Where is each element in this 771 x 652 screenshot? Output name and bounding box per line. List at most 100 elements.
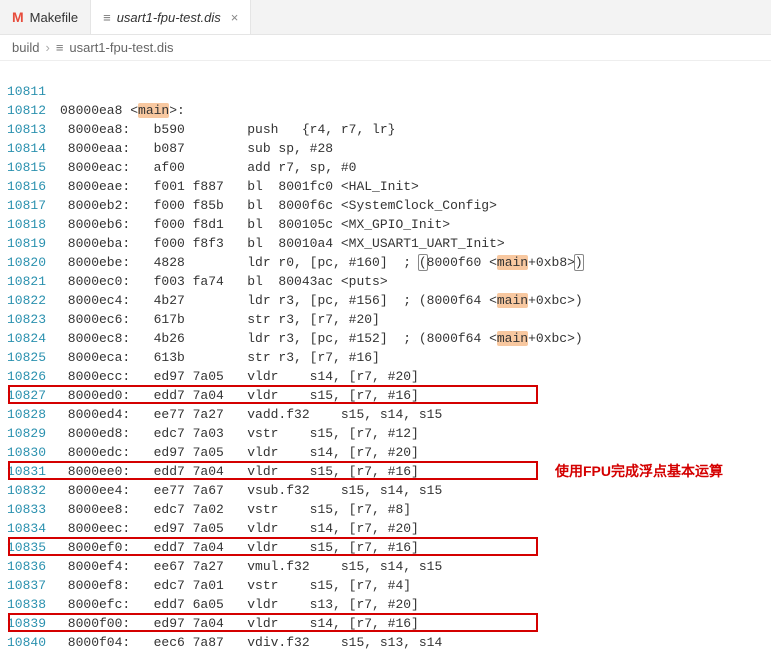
line-content: 8000ef0: edd7 7a04 vldr s15, [r7, #16] xyxy=(60,538,771,557)
line-number: 10833 xyxy=(0,500,60,519)
line-content: 8000ecc: ed97 7a05 vldr s14, [r7, #20] xyxy=(60,367,771,386)
line-number: 10827 xyxy=(0,386,60,405)
line-number: 10839 xyxy=(0,614,60,633)
code-line[interactable]: 10832 8000ee4: ee77 7a67 vsub.f32 s15, s… xyxy=(0,481,771,500)
line-number: 10835 xyxy=(0,538,60,557)
line-number: 10828 xyxy=(0,405,60,424)
file-icon: ≡ xyxy=(56,40,64,55)
code-line[interactable]: 10814 8000eaa: b087 sub sp, #28 xyxy=(0,139,771,158)
code-line[interactable]: 10819 8000eba: f000 f8f3 bl 80010a4 <MX_… xyxy=(0,234,771,253)
line-number: 10824 xyxy=(0,329,60,348)
code-line[interactable]: 10811 xyxy=(0,82,771,101)
line-number: 10822 xyxy=(0,291,60,310)
line-number: 10819 xyxy=(0,234,60,253)
line-content: 8000ebe: 4828 ldr r0, [pc, #160] ; (8000… xyxy=(60,253,771,272)
line-content: 8000eb6: f000 f8d1 bl 800105c <MX_GPIO_I… xyxy=(60,215,771,234)
file-icon: ≡ xyxy=(103,10,111,25)
line-content: 8000ec0: f003 fa74 bl 80043ac <puts> xyxy=(60,272,771,291)
code-line[interactable]: 10823 8000ec6: 617b str r3, [r7, #20] xyxy=(0,310,771,329)
code-line[interactable]: 10833 8000ee8: edc7 7a02 vstr s15, [r7, … xyxy=(0,500,771,519)
tab-disassembly[interactable]: ≡ usart1-fpu-test.dis × xyxy=(91,0,251,34)
line-number: 10832 xyxy=(0,481,60,500)
line-content: 8000ee8: edc7 7a02 vstr s15, [r7, #8] xyxy=(60,500,771,519)
tab-makefile[interactable]: M Makefile xyxy=(0,0,91,34)
code-line[interactable]: 10821 8000ec0: f003 fa74 bl 80043ac <put… xyxy=(0,272,771,291)
line-content: 8000ea8: b590 push {r4, r7, lr} xyxy=(60,120,771,139)
line-content: 8000eae: f001 f887 bl 8001fc0 <HAL_Init> xyxy=(60,177,771,196)
code-line[interactable]: 10824 8000ec8: 4b26 ldr r3, [pc, #152] ;… xyxy=(0,329,771,348)
code-line[interactable]: 10825 8000eca: 613b str r3, [r7, #16] xyxy=(0,348,771,367)
close-icon[interactable]: × xyxy=(231,10,239,25)
breadcrumb-segment[interactable]: usart1-fpu-test.dis xyxy=(69,40,173,55)
line-content: 8000eca: 613b str r3, [r7, #16] xyxy=(60,348,771,367)
line-content: 8000ec6: 617b str r3, [r7, #20] xyxy=(60,310,771,329)
line-number: 10825 xyxy=(0,348,60,367)
search-highlight: main xyxy=(138,103,169,118)
line-content: 8000eaa: b087 sub sp, #28 xyxy=(60,139,771,158)
code-editor[interactable]: 108111081208000ea8 <main>:10813 8000ea8:… xyxy=(0,61,771,652)
line-content: 8000ef4: ee67 7a27 vmul.f32 s15, s14, s1… xyxy=(60,557,771,576)
line-content: 8000edc: ed97 7a05 vldr s14, [r7, #20] xyxy=(60,443,771,462)
line-number: 10837 xyxy=(0,576,60,595)
line-content: 8000eba: f000 f8f3 bl 80010a4 <MX_USART1… xyxy=(60,234,771,253)
line-number: 10830 xyxy=(0,443,60,462)
line-number: 10816 xyxy=(0,177,60,196)
line-number: 10811 xyxy=(0,82,60,101)
tab-label: usart1-fpu-test.dis xyxy=(117,10,221,25)
line-content: 8000f00: ed97 7a04 vldr s14, [r7, #16] xyxy=(60,614,771,633)
code-line[interactable]: 10826 8000ecc: ed97 7a05 vldr s14, [r7, … xyxy=(0,367,771,386)
code-line[interactable]: 10835 8000ef0: edd7 7a04 vldr s15, [r7, … xyxy=(0,538,771,557)
line-content: 08000ea8 <main>: xyxy=(60,101,771,120)
line-number: 10838 xyxy=(0,595,60,614)
line-number: 10823 xyxy=(0,310,60,329)
line-number: 10826 xyxy=(0,367,60,386)
code-line[interactable]: 10839 8000f00: ed97 7a04 vldr s14, [r7, … xyxy=(0,614,771,633)
chevron-right-icon: › xyxy=(45,40,49,55)
line-number: 10817 xyxy=(0,196,60,215)
line-number: 10831 xyxy=(0,462,60,481)
annotation-label: 使用FPU完成浮点基本运算 xyxy=(555,462,723,481)
line-number: 10840 xyxy=(0,633,60,652)
line-content: 8000ee4: ee77 7a67 vsub.f32 s15, s14, s1… xyxy=(60,481,771,500)
line-content: 8000ef8: edc7 7a01 vstr s15, [r7, #4] xyxy=(60,576,771,595)
line-number: 10814 xyxy=(0,139,60,158)
code-line[interactable]: 1081208000ea8 <main>: xyxy=(0,101,771,120)
line-content: 8000ec8: 4b26 ldr r3, [pc, #152] ; (8000… xyxy=(60,329,771,348)
code-line[interactable]: 10829 8000ed8: edc7 7a03 vstr s15, [r7, … xyxy=(0,424,771,443)
search-highlight: main xyxy=(497,331,528,346)
code-line[interactable]: 10836 8000ef4: ee67 7a27 vmul.f32 s15, s… xyxy=(0,557,771,576)
line-content: 8000eb2: f000 f85b bl 8000f6c <SystemClo… xyxy=(60,196,771,215)
code-line[interactable]: 10834 8000eec: ed97 7a05 vldr s14, [r7, … xyxy=(0,519,771,538)
line-number: 10815 xyxy=(0,158,60,177)
line-number: 10836 xyxy=(0,557,60,576)
code-line[interactable]: 10820 8000ebe: 4828 ldr r0, [pc, #160] ;… xyxy=(0,253,771,272)
line-number: 10812 xyxy=(0,101,60,120)
search-highlight: main xyxy=(497,293,528,308)
line-content: 8000ec4: 4b27 ldr r3, [pc, #156] ; (8000… xyxy=(60,291,771,310)
line-number: 10834 xyxy=(0,519,60,538)
code-line[interactable]: 10828 8000ed4: ee77 7a27 vadd.f32 s15, s… xyxy=(0,405,771,424)
code-line[interactable]: 10813 8000ea8: b590 push {r4, r7, lr} xyxy=(0,120,771,139)
line-content: 8000eac: af00 add r7, sp, #0 xyxy=(60,158,771,177)
code-line[interactable]: 10822 8000ec4: 4b27 ldr r3, [pc, #156] ;… xyxy=(0,291,771,310)
code-line[interactable]: 10837 8000ef8: edc7 7a01 vstr s15, [r7, … xyxy=(0,576,771,595)
line-content: 8000efc: edd7 6a05 vldr s13, [r7, #20] xyxy=(60,595,771,614)
code-line[interactable]: 10838 8000efc: edd7 6a05 vldr s13, [r7, … xyxy=(0,595,771,614)
makefile-icon: M xyxy=(12,9,24,25)
line-number: 10820 xyxy=(0,253,60,272)
breadcrumb-segment[interactable]: build xyxy=(12,40,39,55)
line-number: 10829 xyxy=(0,424,60,443)
code-line[interactable]: 10840 8000f04: eec6 7a87 vdiv.f32 s15, s… xyxy=(0,633,771,652)
line-content: 8000ed4: ee77 7a27 vadd.f32 s15, s14, s1… xyxy=(60,405,771,424)
code-line[interactable]: 10816 8000eae: f001 f887 bl 8001fc0 <HAL… xyxy=(0,177,771,196)
code-line[interactable]: 10818 8000eb6: f000 f8d1 bl 800105c <MX_… xyxy=(0,215,771,234)
line-content: 8000f04: eec6 7a87 vdiv.f32 s15, s13, s1… xyxy=(60,633,771,652)
code-line[interactable]: 10815 8000eac: af00 add r7, sp, #0 xyxy=(0,158,771,177)
line-content xyxy=(60,82,771,101)
tab-label: Makefile xyxy=(30,10,78,25)
editor-tabs: M Makefile ≡ usart1-fpu-test.dis × xyxy=(0,0,771,35)
line-content: 8000eec: ed97 7a05 vldr s14, [r7, #20] xyxy=(60,519,771,538)
code-line[interactable]: 10827 8000ed0: edd7 7a04 vldr s15, [r7, … xyxy=(0,386,771,405)
code-line[interactable]: 10830 8000edc: ed97 7a05 vldr s14, [r7, … xyxy=(0,443,771,462)
code-line[interactable]: 10817 8000eb2: f000 f85b bl 8000f6c <Sys… xyxy=(0,196,771,215)
